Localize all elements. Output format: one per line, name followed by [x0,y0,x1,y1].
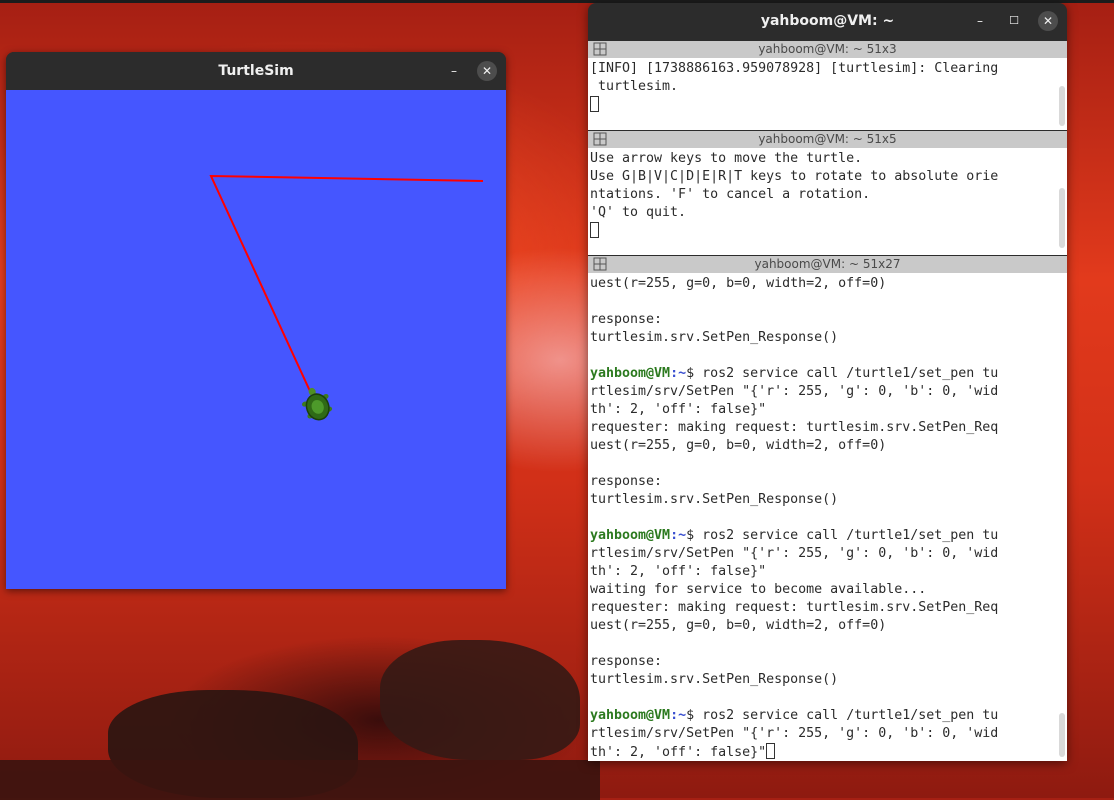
command-text: ros2 service call /turtle1/set_pen tu [694,366,999,381]
turtle-icon [302,387,333,421]
terminal-line: turtlesim.srv.SetPen_Response() [590,672,839,687]
terminal-line: th': 2, 'off': false}" [590,564,767,579]
turtlesim-window: TurtleSim – ✕ [6,52,506,589]
terminal-line: waiting for service to become available.… [590,582,927,597]
terminal-line: uest(r=255, g=0, b=0, width=2, off=0) [590,438,887,453]
prompt-symbol: $ [686,366,695,381]
wallpaper-rock [0,760,600,800]
terminal-cursor-line [590,96,599,114]
pane-grid-icon[interactable] [593,132,607,146]
close-button[interactable]: ✕ [477,61,497,81]
close-button[interactable]: ✕ [1038,11,1058,31]
prompt-user: yahboom@VM [590,708,671,723]
window-title: yahboom@VM: ~ [760,13,895,29]
text-cursor [590,222,599,238]
terminal-line: turtlesim.srv.SetPen_Response() [590,492,839,507]
prompt-path: :~ [670,528,687,543]
terminal-input-line[interactable]: th': 2, 'off': false}" [590,743,776,761]
command-text: ros2 service call /turtle1/set_pen tu [694,528,999,543]
terminal-line: [INFO] [1738886163.959078928] [turtlesim… [590,61,999,76]
terminal-line: uest(r=255, g=0, b=0, width=2, off=0) [590,276,887,291]
prompt-symbol: $ [686,528,695,543]
terminal-cursor-line [590,222,599,240]
terminal-line: uest(r=255, g=0, b=0, width=2, off=0) [590,618,887,633]
command-text: ros2 service call /turtle1/set_pen tu [694,708,999,723]
terminal-line: requester: making request: turtlesim.srv… [590,420,999,435]
terminal-line: rtlesim/srv/SetPen "{'r': 255, 'g': 0, '… [590,546,999,561]
terminal-line: response: [590,654,663,669]
terminal-titlebar[interactable]: yahboom@VM: ~ [588,3,1067,39]
maximize-button[interactable]: ☐ [1004,11,1024,31]
prompt-path: :~ [670,708,687,723]
minimize-button[interactable]: – [444,61,464,81]
turtlesim-titlebar[interactable]: TurtleSim [6,52,506,90]
pen-trail [209,174,484,403]
terminal-pane[interactable]: Use arrow keys to move the turtle. Use G… [588,148,1067,255]
wallpaper-rock [380,640,580,760]
scrollbar[interactable] [1059,86,1065,126]
minimize-button[interactable]: – [970,11,990,31]
pane-grid-icon[interactable] [593,42,607,56]
terminal-line: Use arrow keys to move the turtle. [590,151,863,166]
terminal-line: th': 2, 'off': false}" [590,402,767,417]
terminal-line: rtlesim/srv/SetPen "{'r': 255, 'g': 0, '… [590,384,999,399]
text-cursor [766,743,776,759]
turtle-drawing [209,174,484,421]
pane-title: yahboom@VM: ~ 51x3 [758,42,897,56]
terminal-line: th': 2, 'off': false}" [590,745,767,760]
pane-grid-icon[interactable] [593,257,607,271]
terminal-line: 'Q' to quit. [590,205,687,220]
pane-title: yahboom@VM: ~ 51x5 [758,132,897,146]
pane-header[interactable]: yahboom@VM: ~ 51x27 [588,256,1067,273]
prompt-user: yahboom@VM [590,528,671,543]
pane-title: yahboom@VM: ~ 51x27 [754,257,901,271]
turtlesim-canvas [6,90,506,589]
terminal-window: yahboom@VM: ~ – ☐ ✕ yahboom@VM: ~ 51x3 [… [588,3,1067,761]
terminal-line: response: [590,312,663,327]
terminal-line: requester: making request: turtlesim.srv… [590,600,999,615]
pane-header[interactable]: yahboom@VM: ~ 51x3 [588,41,1067,58]
terminal-line: response: [590,474,663,489]
scrollbar[interactable] [1059,713,1065,757]
prompt-line: yahboom@VM:~$ ros2 service call /turtle1… [590,707,998,725]
terminal-pane[interactable]: [INFO] [1738886163.959078928] [turtlesim… [588,58,1067,130]
pane-header[interactable]: yahboom@VM: ~ 51x5 [588,131,1067,148]
window-title: TurtleSim [218,63,294,79]
terminal-line: turtlesim. [590,79,679,94]
prompt-line: yahboom@VM:~$ ros2 service call /turtle1… [590,527,998,545]
text-cursor [590,96,599,112]
scrollbar[interactable] [1059,188,1065,248]
prompt-path: :~ [670,366,687,381]
terminal-line: rtlesim/srv/SetPen "{'r': 255, 'g': 0, '… [590,726,999,741]
terminal-line: turtlesim.srv.SetPen_Response() [590,330,839,345]
terminal-line: ntations. 'F' to cancel a rotation. [590,187,871,202]
terminal-line: Use G|B|V|C|D|E|R|T keys to rotate to ab… [590,169,999,184]
prompt-symbol: $ [686,708,695,723]
prompt-line: yahboom@VM:~$ ros2 service call /turtle1… [590,365,998,383]
terminal-pane[interactable]: uest(r=255, g=0, b=0, width=2, off=0) re… [588,273,1067,761]
prompt-user: yahboom@VM [590,366,671,381]
